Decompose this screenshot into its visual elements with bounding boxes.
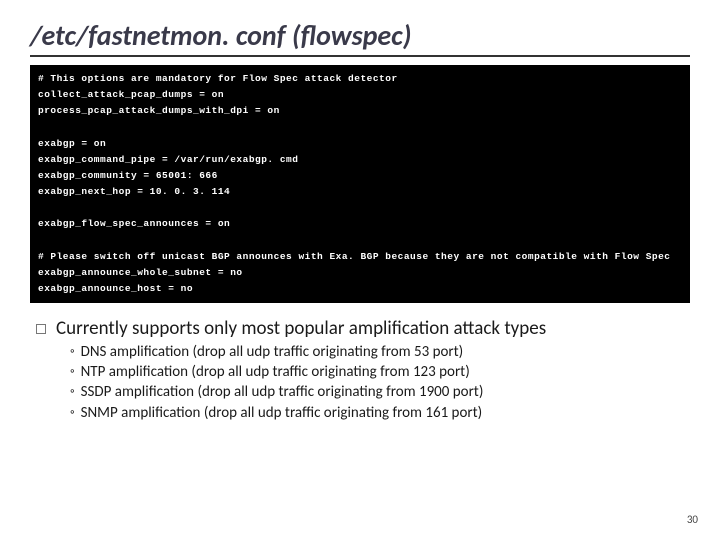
code-line: exabgp_command_pipe = /var/run/exabgp. c…: [38, 154, 298, 165]
slide-title: /etc/fastnetmon. conf (flowspec): [30, 18, 690, 57]
list-item: ◦ SSDP amplification (drop all udp traff…: [70, 382, 690, 402]
main-bullet-text: Currently supports only most popular amp…: [56, 317, 546, 340]
circle-bullet-icon: ◦: [70, 343, 75, 362]
sub-bullet-list: ◦ DNS amplification (drop all udp traffi…: [70, 342, 690, 423]
code-line: exabgp_flow_spec_announces = on: [38, 218, 230, 229]
circle-bullet-icon: ◦: [70, 383, 75, 402]
list-item: ◦ SNMP amplification (drop all udp traff…: [70, 403, 690, 423]
list-item-text: NTP amplification (drop all udp traffic …: [81, 362, 470, 382]
list-item-text: DNS amplification (drop all udp traffic …: [81, 342, 464, 362]
circle-bullet-icon: ◦: [70, 363, 75, 382]
circle-bullet-icon: ◦: [70, 404, 75, 423]
list-item: ◦ NTP amplification (drop all udp traffi…: [70, 362, 690, 382]
list-item-text: SSDP amplification (drop all udp traffic…: [81, 382, 484, 402]
code-line: exabgp = on: [38, 138, 106, 149]
config-code-block: # This options are mandatory for Flow Sp…: [30, 65, 690, 303]
square-bullet-icon: [36, 324, 46, 334]
code-line: # Please switch off unicast BGP announce…: [38, 251, 671, 262]
code-line: collect_attack_pcap_dumps = on: [38, 89, 224, 100]
list-item: ◦ DNS amplification (drop all udp traffi…: [70, 342, 690, 362]
list-item-text: SNMP amplification (drop all udp traffic…: [81, 403, 483, 423]
content-area: Currently supports only most popular amp…: [30, 317, 690, 423]
page-number: 30: [687, 513, 698, 526]
code-line: exabgp_announce_whole_subnet = no: [38, 267, 243, 278]
code-line: exabgp_next_hop = 10. 0. 3. 114: [38, 186, 230, 197]
code-line: exabgp_announce_host = no: [38, 283, 193, 294]
code-line: process_pcap_attack_dumps_with_dpi = on: [38, 105, 280, 116]
code-line: # This options are mandatory for Flow Sp…: [38, 73, 398, 84]
code-line: exabgp_community = 65001: 666: [38, 170, 218, 181]
main-bullet: Currently supports only most popular amp…: [36, 317, 690, 340]
